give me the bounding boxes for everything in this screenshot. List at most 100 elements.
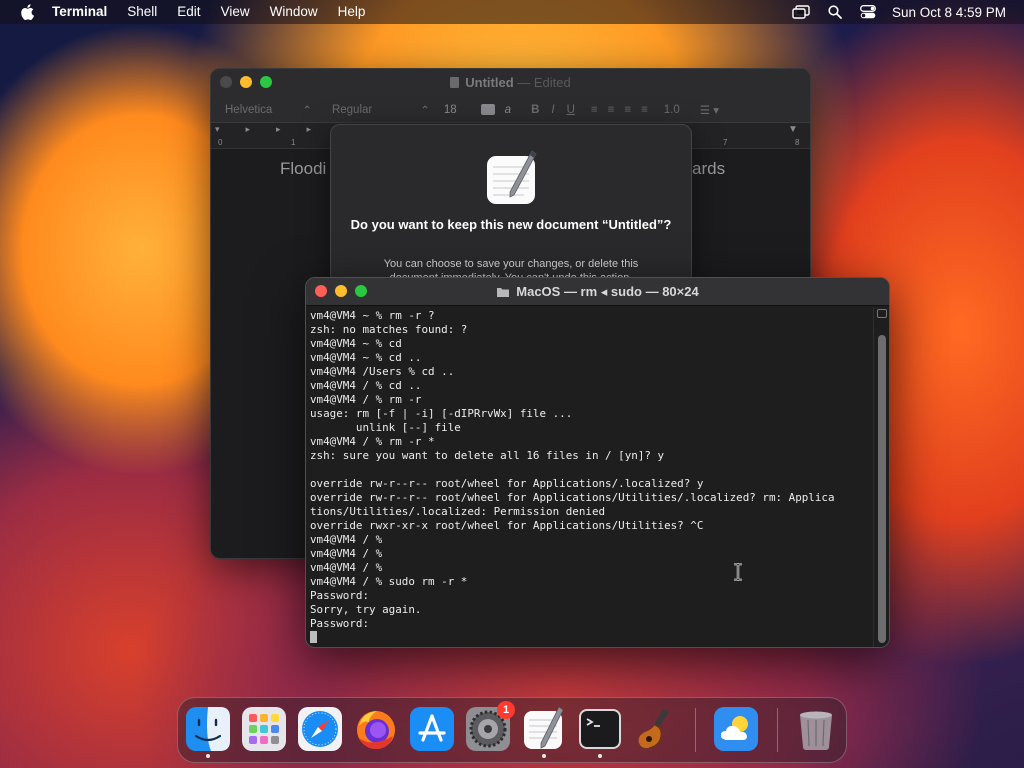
terminal-line: vm4@VM4 /Users % cd .. [310,365,455,378]
terminal-line: Sorry, try again. [310,603,422,616]
terminal-line: Password: [310,589,370,602]
dock-safari[interactable] [297,706,343,752]
scroll-split-button[interactable] [877,309,887,318]
finder-icon [186,707,230,751]
terminal-output[interactable]: vm4@VM4 ~ % rm -r ? zsh: no matches found… [306,307,873,647]
align-right-icon[interactable]: ≡ [624,104,631,116]
textedit-title-name: Untitled [465,75,514,90]
textedit-document-text-left: Floodi [280,159,327,178]
textedit-titlebar[interactable]: Untitled — Edited [211,69,810,97]
finder-running-indicator [206,754,210,758]
terminal-line: override rwxr-xr-x root/wheel for Applic… [310,519,704,532]
textedit-document-icon [487,150,537,204]
underline-button[interactable]: U [567,104,575,116]
terminal-line: override rw-r--r-- root/wheel for Applic… [310,477,704,490]
bold-button[interactable]: B [531,104,539,116]
terminal-line: vm4@VM4 / % [310,561,383,574]
apple-menu-icon[interactable] [20,4,34,20]
align-left-icon[interactable]: ≡ [591,104,598,116]
italic-button[interactable]: I [551,104,554,116]
terminal-block-cursor [310,631,317,643]
dock-finder[interactable] [185,706,231,758]
menu-app-terminal[interactable]: Terminal [48,0,117,24]
garageband-icon [638,709,669,749]
ruler-tick-0: 0 [218,138,223,147]
terminal-line: vm4@VM4 / % [310,533,383,546]
terminal-line: vm4@VM4 / % [310,547,383,560]
terminal-line: Password: [310,617,370,630]
dock-garageband[interactable] [633,706,679,752]
dock-firefox[interactable] [353,706,399,752]
safari-icon [298,707,342,751]
textedit-title-suffix: — Edited [517,75,571,90]
ruler-tick-1: 1 [291,138,296,147]
spotlight-search-icon[interactable] [828,5,842,19]
terminal-line: override rw-r--r-- root/wheel for Applic… [310,491,835,504]
align-center-icon[interactable]: ≡ [608,104,615,116]
ruler-tab-markers-icon: ▾▸▸▸ [215,124,338,134]
terminal-line: tions/Utilities/.localized: Permission d… [310,505,606,518]
ruler-tick-8: 8 [795,138,800,147]
textedit-title: Untitled — Edited [211,75,810,90]
terminal-line: usage: rm [-f | -i] [-dIPRrvWx] file ... [310,407,573,420]
dock-weather[interactable] [713,706,759,752]
terminal-line: vm4@VM4 ~ % cd [310,337,402,350]
menu-bar: Terminal Shell Edit View Window Help Sun… [0,0,1024,24]
terminal-line: zsh: no matches found: ? [310,323,468,336]
scrollbar-thumb[interactable] [878,335,886,643]
dock-trash[interactable] [793,706,839,752]
font-style-select[interactable]: Regular [332,104,372,116]
menu-shell[interactable]: Shell [117,0,167,24]
ruler-right-margin-icon: ▼ [788,124,798,135]
font-family-select[interactable]: Helvetica [225,104,272,116]
menu-window[interactable]: Window [260,0,328,24]
terminal-scrollbar[interactable] [873,307,889,647]
line-spacing-select[interactable]: 1.0 [664,104,680,116]
ruler-tick-7: 7 [723,138,728,147]
save-sheet-title: Do you want to keep this new document “U… [350,217,672,232]
menu-edit[interactable]: Edit [167,0,210,24]
menu-clock[interactable]: Sun Oct 8 4:59 PM [892,5,1006,20]
trash-icon [800,711,832,750]
font-size-select[interactable]: 18 [444,104,457,116]
firefox-icon [357,711,395,749]
dock-textedit[interactable] [521,706,567,758]
dock-separator-trash [777,708,778,752]
launchpad-icon [242,707,286,751]
menu-help[interactable]: Help [328,0,376,24]
dock-system-settings[interactable]: 1 [465,701,515,752]
dock-app-store[interactable] [409,706,455,752]
textedit-running-indicator [542,754,546,758]
dock-separator [695,708,696,752]
menu-view[interactable]: View [211,0,260,24]
terminal-line: zsh: sure you want to delete all 16 file… [310,449,665,462]
terminal-cursor-line[interactable] [310,631,873,645]
textedit-document-text-right: ards [692,159,726,178]
terminal-line: vm4@VM4 / % sudo rm -r * [310,575,468,588]
ibeam-cursor-icon [734,563,742,581]
list-style-icon[interactable]: ☰ ▾ [700,103,719,117]
terminal-line: vm4@VM4 / % rm -r [310,393,422,406]
dock-terminal[interactable] [577,706,623,758]
terminal-icon [579,709,621,749]
control-center-icon[interactable] [859,5,876,19]
dock-launchpad[interactable] [241,706,287,752]
terminal-titlebar[interactable]: MacOS — rm ◂ sudo — 80×24 [306,278,889,306]
terminal-title: MacOS — rm ◂ sudo — 80×24 [306,284,889,300]
text-color-well[interactable] [480,104,495,115]
terminal-window[interactable]: MacOS — rm ◂ sudo — 80×24 vm4@VM4 ~ % rm… [305,277,890,648]
weather-icon [714,707,758,751]
textedit-icon [524,706,564,749]
terminal-line: vm4@VM4 / % rm -r * [310,435,435,448]
folder-icon [497,288,510,297]
align-justify-icon[interactable]: ≡ [641,104,648,116]
system-settings-badge: 1 [497,701,515,719]
screen-mirroring-icon[interactable] [792,5,810,19]
terminal-line: vm4@VM4 / % cd .. [310,379,422,392]
dock: 1 [177,697,847,763]
terminal-line: unlink [--] file [310,421,461,434]
highlight-color-icon[interactable]: a [505,104,511,116]
font-style-chevron-icon: ⌃ [420,104,430,117]
terminal-running-indicator [598,754,602,758]
